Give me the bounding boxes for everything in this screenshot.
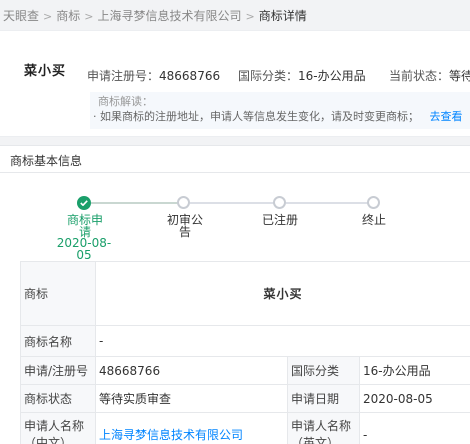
status-label: 商标状态 (20, 384, 96, 413)
status-value: 等待实质审查 (95, 384, 288, 413)
apply-date-value: 2020-08-05 (358, 384, 470, 413)
step-date-application: 2020-08-05 (56, 236, 112, 262)
empty-circle-icon (177, 196, 190, 209)
current-status-value: 等待实质审查 (449, 69, 470, 83)
breadcrumb-trademark[interactable]: 商标 (56, 9, 80, 23)
class-value: 16-办公用品 (358, 356, 470, 385)
breadcrumb-separator: > (245, 10, 255, 23)
trademark-info-table: 商标 菜小买 商标名称 - 申请/注册号 48668766 国际分类 16-办公… (20, 261, 470, 444)
section-divider (0, 172, 470, 173)
notice-body: · 如果商标的注册地址，申请人等信息发生变化，请及时变更商标； 去查看 (93, 109, 470, 125)
applicant-cn-label: 申请人名称 （中文） (20, 412, 96, 444)
notice-view-link[interactable]: 去查看 (430, 110, 463, 123)
applicant-cn-value: 上海寻梦信息技术有限公司 (95, 412, 288, 444)
breadcrumb-current-page: 商标详情 (258, 9, 307, 23)
step-label-terminated: 终止 (361, 213, 386, 227)
international-class-label: 国际分类： (238, 69, 299, 83)
class-label: 国际分类 (287, 356, 360, 385)
applicant-en-label-line1: 申请人名称 (291, 418, 352, 433)
table-row: 申请/注册号 48668766 国际分类 16-办公用品 (20, 356, 470, 385)
trademark-basic-info-section: 商标基本信息 商标申请 2020-08-05 初审公告 已注册 终止 商标 菜小… (0, 145, 470, 444)
trademark-name-value: - (94, 325, 470, 357)
applicant-en-label-line2: （英文） (291, 435, 340, 444)
applicant-en-label: 申请人名称 （英文） (287, 412, 360, 444)
trademark-label: 商标 (20, 261, 96, 326)
registration-number: 申请注册号：48668766 (87, 67, 220, 84)
applicant-en-value: - (358, 412, 470, 444)
breadcrumb-company[interactable]: 上海寻梦信息技术有限公司 (97, 9, 241, 23)
table-row: 申请人名称 （中文） 上海寻梦信息技术有限公司 申请人名称 （英文） - (20, 412, 470, 444)
current-status: 当前状态：等待实质审查 (389, 67, 470, 84)
reg-number-label: 申请/注册号 (20, 356, 96, 385)
progress-connector (190, 202, 274, 204)
progress-connector (286, 202, 368, 204)
applicant-cn-label-line1: 申请人名称 (24, 418, 85, 433)
notice-title: 商标解读： (98, 95, 153, 108)
current-status-label: 当前状态： (389, 69, 450, 83)
international-class-value: 16-办公用品 (298, 69, 366, 83)
progress-connector (91, 202, 183, 204)
step-label-preliminary: 初审公告 (166, 213, 203, 239)
breadcrumb: 天眼查 > 商标 > 上海寻梦信息技术有限公司 > 商标详情 (3, 7, 307, 24)
trademark-name: 菜小买 (24, 64, 67, 79)
reg-number-value: 48668766 (95, 356, 288, 385)
step-label-registered: 已注册 (261, 213, 298, 227)
registration-number-label: 申请注册号： (87, 69, 160, 83)
step-label-application: 商标申请 (66, 213, 103, 239)
table-row: 商标名称 - (20, 325, 470, 357)
empty-circle-icon (273, 196, 286, 209)
check-icon (77, 196, 91, 210)
registration-number-value: 48668766 (159, 69, 221, 83)
apply-date-label: 申请日期 (287, 384, 360, 413)
trademark-name-label: 商标名称 (20, 325, 96, 357)
trademark-header-card: 菜小买 申请注册号：48668766 国际分类：16-办公用品 当前状态：等待实… (0, 30, 470, 137)
breadcrumb-separator: > (84, 10, 94, 23)
applicant-cn-label-line2: （中文） (24, 435, 73, 444)
empty-circle-icon (367, 196, 380, 209)
section-title: 商标基本信息 (10, 154, 83, 168)
trademark-image: 菜小买 (94, 261, 470, 326)
notice-text: · 如果商标的注册地址，申请人等信息发生变化，请及时变更商标； (93, 110, 419, 123)
international-class: 国际分类：16-办公用品 (238, 67, 366, 84)
table-row: 商标状态 等待实质审查 申请日期 2020-08-05 (20, 384, 470, 413)
breadcrumb-separator: > (43, 10, 53, 23)
applicant-company-link[interactable]: 上海寻梦信息技术有限公司 (99, 428, 243, 442)
breadcrumb-tianyancha[interactable]: 天眼查 (3, 9, 39, 23)
trademark-notice: 商标解读： · 如果商标的注册地址，申请人等信息发生变化，请及时变更商标； 去查… (90, 92, 470, 129)
table-row: 商标 菜小买 (20, 261, 470, 326)
